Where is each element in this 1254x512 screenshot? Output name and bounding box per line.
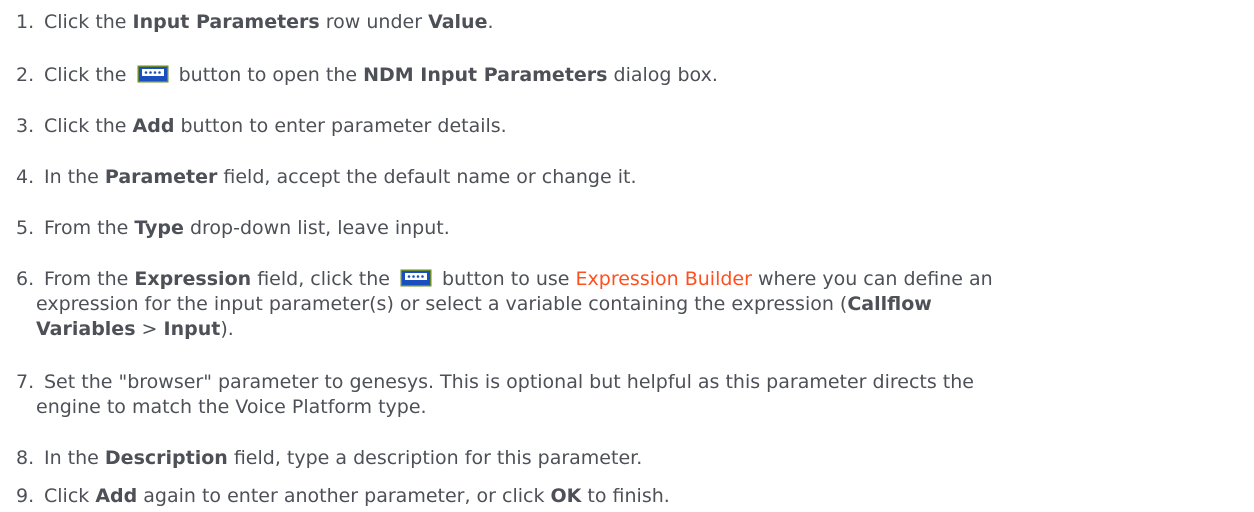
step-number: 3. [16, 115, 35, 137]
ui-term: Type [134, 217, 184, 239]
step-number: 8. [16, 447, 35, 469]
ui-term: NDM Input Parameters [363, 64, 608, 86]
step-text: Click Add again to enter another paramet… [44, 485, 670, 507]
step-text: Click the button to open the NDM Input P… [44, 64, 718, 86]
step-text-continued: Variables > Input). [36, 318, 234, 340]
ui-term: Add [132, 115, 175, 137]
ui-term: Add [95, 485, 138, 507]
ui-term: Value [428, 11, 488, 33]
ui-term: Expression [134, 268, 252, 290]
step-text-continued: expression for the input parameter(s) or… [36, 293, 932, 315]
step-text: Click the Add button to enter parameter … [44, 115, 507, 137]
ellipsis-button-icon[interactable] [400, 269, 432, 287]
step-number: 7. [16, 371, 35, 393]
ui-term: OK [550, 485, 582, 507]
step-text-continued: engine to match the Voice Platform type. [36, 396, 427, 418]
step-number: 5. [16, 217, 35, 239]
ui-term: Input [163, 318, 221, 340]
step-text: Click the Input Parameters row under Val… [44, 11, 494, 33]
expression-builder-link[interactable]: Expression Builder [576, 268, 752, 290]
step-number: 2. [16, 64, 35, 86]
step-text: From the Type drop-down list, leave inpu… [44, 217, 450, 239]
ui-term: Variables [36, 318, 136, 340]
step-text: From the Expression field, click the but… [44, 268, 993, 290]
step-number: 6. [16, 268, 35, 290]
ui-term: Parameter [104, 166, 218, 188]
ui-term: Input Parameters [132, 11, 320, 33]
step-number: 1. [16, 11, 35, 33]
step-number: 9. [16, 485, 35, 507]
step-text: In the Parameter field, accept the defau… [44, 166, 637, 188]
step-text: Set the "browser" parameter to genesys. … [44, 371, 974, 393]
ui-term: Callflow [847, 293, 932, 315]
ellipsis-button-icon[interactable] [137, 65, 169, 83]
ui-term: Description [104, 447, 228, 469]
step-text: In the Description field, type a descrip… [44, 447, 643, 469]
step-number: 4. [16, 166, 35, 188]
